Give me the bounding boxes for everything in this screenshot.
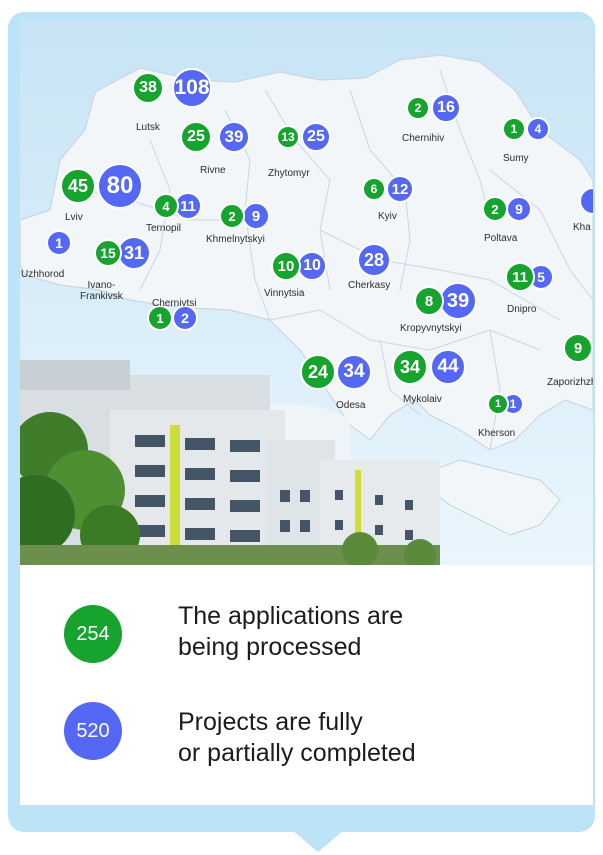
region-label-odesa: Odesa bbox=[336, 400, 366, 411]
speech-pointer bbox=[280, 820, 356, 852]
region-label-lviv: Lviv bbox=[65, 212, 83, 223]
region-label-cherkasy: Cherkasy bbox=[348, 280, 391, 291]
processing-count-vinnytsia: 10 bbox=[271, 251, 301, 281]
processing-count-sumy: 1 bbox=[502, 117, 526, 141]
completed-count-lviv: 80 bbox=[97, 163, 143, 209]
region-label-rivne: Rivne bbox=[200, 165, 226, 176]
region-label-ternopil: Ternopil bbox=[146, 223, 182, 234]
ukraine-map: 108 38 Lutsk 39 25 Rivne 25 13 Zhytomyr 16 2 Cherni… bbox=[20, 20, 593, 565]
processing-count-poltava: 2 bbox=[482, 196, 508, 222]
region-label-zhytomyr: Zhytomyr bbox=[268, 168, 310, 179]
processing-count-kyiv: 6 bbox=[362, 177, 386, 201]
region-label-lutsk: Lutsk bbox=[136, 122, 160, 133]
region-label-uzhhorod: Uzhhorod bbox=[21, 269, 65, 280]
completed-count-cherkasy: 28 bbox=[357, 243, 391, 277]
region-label-ivano-frankivsk: Ivano- Frankivsk bbox=[80, 280, 123, 302]
processing-count-odesa: 24 bbox=[300, 354, 336, 390]
region-label-dnipro: Dnipro bbox=[507, 304, 537, 315]
completed-total-badge: 520 bbox=[64, 702, 122, 760]
processing-count-zaporizhzh: 9 bbox=[563, 333, 593, 363]
processing-count-khmelnytskyi: 2 bbox=[219, 203, 245, 229]
processing-count-dnipro: 11 bbox=[505, 262, 535, 292]
completed-count-rivne: 39 bbox=[218, 121, 250, 153]
processing-count-lutsk: 38 bbox=[132, 72, 164, 104]
processing-count-zhytomyr: 13 bbox=[276, 125, 300, 149]
region-label-vinnytsia: Vinnytsia bbox=[264, 288, 305, 299]
completed-count-ivano-frankivsk: 31 bbox=[117, 236, 151, 270]
completed-count-mykolaiv: 44 bbox=[430, 349, 466, 385]
completed-count-lutsk: 108 bbox=[172, 68, 212, 108]
region-label-kropyvnytskyi: Kropyvnytskyi bbox=[400, 323, 462, 334]
processing-count-ternopil: 4 bbox=[153, 193, 179, 219]
completed-count-khmelnytskyi: 9 bbox=[242, 202, 270, 230]
completed-count-chernihiv: 16 bbox=[431, 93, 461, 123]
region-label-kha: Kha bbox=[573, 222, 591, 233]
processing-total-badge: 254 bbox=[64, 605, 122, 663]
completed-count-sumy: 4 bbox=[526, 117, 550, 141]
completed-count-uzhhorod: 1 bbox=[46, 230, 72, 256]
completed-description: Projects are fully or partially complete… bbox=[178, 708, 416, 767]
processing-count-kherson: 1 bbox=[487, 393, 509, 415]
legend-card: 254 The applications are being processed… bbox=[20, 565, 593, 805]
region-label-mykolaiv: Mykolaiv bbox=[403, 394, 442, 405]
processing-count-ivano-frankivsk: 15 bbox=[94, 239, 122, 267]
completed-count-vinnytsia: 10 bbox=[297, 251, 327, 281]
completed-count-kropyvnytskyi: 39 bbox=[439, 282, 477, 320]
completed-count-poltava: 9 bbox=[506, 196, 532, 222]
processing-count-rivne: 25 bbox=[180, 121, 212, 153]
region-label-sumy: Sumy bbox=[503, 153, 529, 164]
region-label-chernihiv: Chernihiv bbox=[402, 133, 445, 144]
processing-count-chernihiv: 2 bbox=[406, 96, 430, 120]
processing-count-kropyvnytskyi: 8 bbox=[414, 286, 444, 316]
completed-count-odesa: 34 bbox=[336, 354, 372, 390]
region-label-zaporizhzh: Zaporizhzh bbox=[547, 377, 593, 388]
processing-description: The applications are being processed bbox=[178, 602, 404, 661]
completed-count-kyiv: 12 bbox=[386, 175, 414, 203]
region-label-kherson: Kherson bbox=[478, 428, 516, 439]
completed-count-zhytomyr: 25 bbox=[301, 122, 331, 152]
processing-count-lviv: 45 bbox=[60, 168, 96, 204]
region-label-kyiv: Kyiv bbox=[378, 211, 397, 222]
region-label-khmelnytskyi: Khmelnytskyi bbox=[206, 234, 265, 245]
processing-total-value: 254 bbox=[76, 622, 110, 645]
completed-total-value: 520 bbox=[76, 719, 110, 742]
region-label-poltava: Poltava bbox=[484, 233, 518, 244]
region-label-chernivtsi: Chernivtsi bbox=[152, 298, 197, 309]
processing-count-mykolaiv: 34 bbox=[392, 349, 428, 385]
